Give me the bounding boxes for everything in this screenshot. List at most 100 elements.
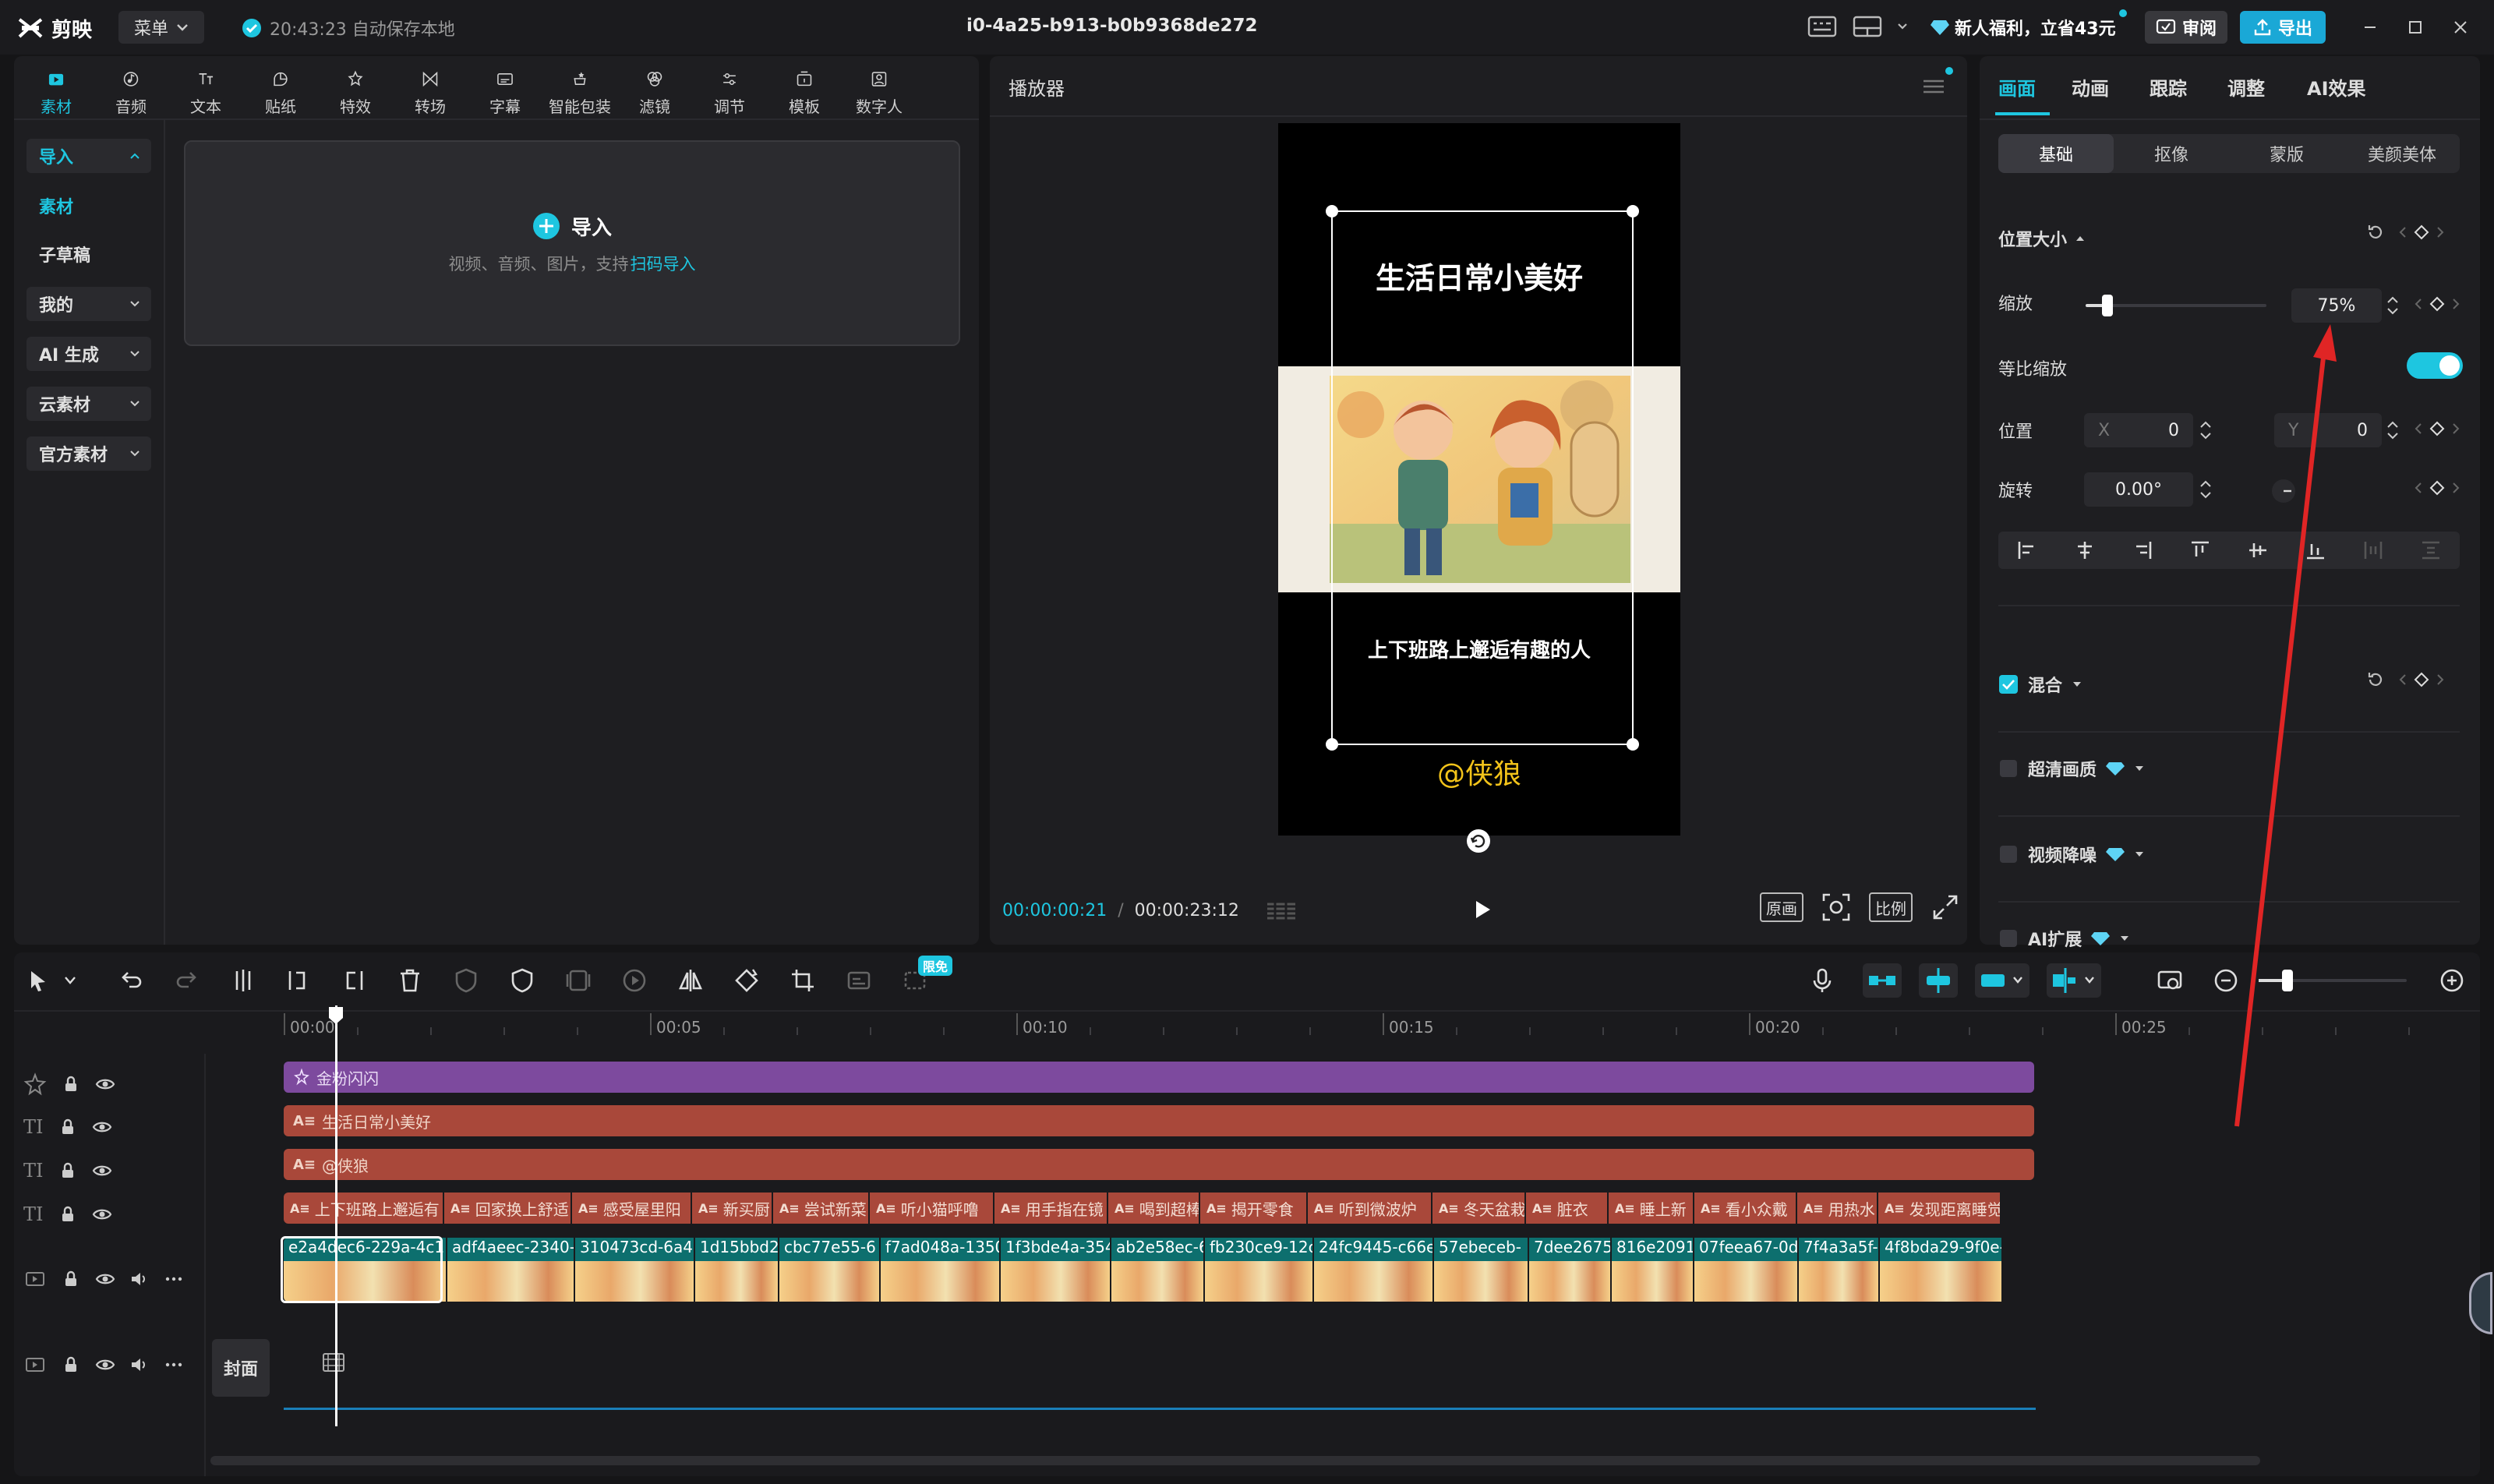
- stepper-icon[interactable]: [2198, 418, 2213, 443]
- eye-icon[interactable]: [95, 1355, 115, 1375]
- tab-0[interactable]: 画面: [1998, 73, 2036, 101]
- subtitle-clip[interactable]: A≡ 用热水: [1797, 1192, 1878, 1224]
- video-clip[interactable]: ab2e58ec-6d: [1111, 1238, 1205, 1302]
- play-circle-icon[interactable]: [620, 966, 648, 995]
- video-clip[interactable]: 1d15bbd2: [695, 1238, 779, 1302]
- side-assistant-bubble[interactable]: [2469, 1272, 2492, 1334]
- subtitle-clip[interactable]: A≡ 喝到超棒: [1108, 1192, 1200, 1224]
- subtitle-clip[interactable]: A≡ 用手指在镜: [994, 1192, 1108, 1224]
- video-clip[interactable]: adf4aeec-2340-: [447, 1238, 575, 1302]
- keyframe-nav-icon[interactable]: [2413, 477, 2461, 499]
- scan-import-link[interactable]: 扫码导入: [631, 252, 696, 275]
- rotate-icon[interactable]: [733, 966, 761, 995]
- tool-effects[interactable]: 特效: [318, 62, 393, 117]
- linkage-toggle[interactable]: [1919, 963, 1958, 998]
- magnet-toggle[interactable]: [1863, 963, 1902, 998]
- rotate-handle-icon[interactable]: [1465, 828, 1492, 854]
- tool-adjust[interactable]: 调节: [692, 62, 767, 117]
- subtitle-clip[interactable]: A≡ 冬天盆栽: [1432, 1192, 1526, 1224]
- tool-avatar[interactable]: 数字人: [842, 62, 917, 117]
- zoom-in-icon[interactable]: [2438, 966, 2466, 995]
- lock-icon[interactable]: [61, 1269, 81, 1289]
- stepper-icon[interactable]: [2198, 477, 2213, 502]
- marker-icon[interactable]: [508, 966, 536, 995]
- sidebar-item-material[interactable]: 素材: [26, 189, 151, 223]
- uniform-scale-toggle[interactable]: [2407, 352, 2463, 379]
- video-clip[interactable]: 7f4a3a5f-: [1799, 1238, 1880, 1302]
- keyframe-nav-icon[interactable]: [2397, 669, 2446, 691]
- lock-icon[interactable]: [58, 1204, 78, 1224]
- tool-caption[interactable]: 字幕: [468, 62, 542, 117]
- tab-3[interactable]: 调整: [2227, 73, 2265, 101]
- menu-button[interactable]: 菜单: [118, 11, 204, 44]
- subtitle-clip[interactable]: A≡ 发现距离睡觉: [1878, 1192, 2001, 1224]
- audio-split-toggle[interactable]: [2047, 963, 2101, 998]
- subtitle-clip[interactable]: A≡ 感受屋里阳: [572, 1192, 692, 1224]
- subtab-1[interactable]: 抠像: [2114, 134, 2229, 173]
- subtitle-clip[interactable]: A≡ 脏衣: [1526, 1192, 1609, 1224]
- video-clip[interactable]: 7dee2675: [1529, 1238, 1612, 1302]
- video-clip[interactable]: f7ad048a-1350: [881, 1238, 1001, 1302]
- subtitle-clip[interactable]: A≡ 看小众戴: [1694, 1192, 1797, 1224]
- reset-icon[interactable]: [2365, 669, 2386, 691]
- chevron-down-icon[interactable]: [64, 976, 76, 985]
- playhead[interactable]: [335, 1005, 337, 1426]
- subtitle-clip[interactable]: A≡ 睡上新: [1609, 1192, 1694, 1224]
- subtitle-clip[interactable]: A≡ 上下班路上邂逅有: [284, 1192, 444, 1224]
- mirror-icon[interactable]: [676, 966, 705, 995]
- video-clip[interactable]: 24fc9445-c66e: [1314, 1238, 1434, 1302]
- timeline-scrollbar[interactable]: [210, 1456, 2260, 1465]
- rotate-input[interactable]: 0.00°: [2084, 472, 2193, 507]
- eye-icon[interactable]: [92, 1161, 112, 1181]
- export-button[interactable]: 导出: [2240, 11, 2326, 44]
- tool-transition[interactable]: 转场: [393, 62, 468, 117]
- resize-handle[interactable]: [1627, 205, 1639, 217]
- trim-right-icon[interactable]: [340, 966, 368, 995]
- caption-edit-icon[interactable]: [845, 966, 873, 995]
- stepper-icon[interactable]: [2385, 293, 2400, 318]
- microphone-icon[interactable]: [1808, 966, 1836, 995]
- volume-icon[interactable]: [129, 1269, 150, 1289]
- handle-text-clip[interactable]: A≡ @侠狼: [284, 1149, 2034, 1180]
- position-x-input[interactable]: X0: [2084, 413, 2193, 447]
- minimize-button[interactable]: [2354, 11, 2386, 44]
- promo-banner[interactable]: 新人福利，立省43元: [1930, 9, 2127, 44]
- subtab-0[interactable]: 基础: [1998, 134, 2114, 173]
- import-dropzone[interactable]: 导入 视频、音频、图片，支持 扫码导入: [184, 140, 960, 346]
- tool-template[interactable]: 模板: [767, 62, 842, 117]
- playhead-handle-icon[interactable]: [327, 1005, 344, 1026]
- lock-icon[interactable]: [61, 1074, 81, 1094]
- scale-input[interactable]: 75%: [2291, 288, 2382, 323]
- video-clip[interactable]: 816e2091: [1612, 1238, 1694, 1302]
- fullscreen-icon[interactable]: [1930, 892, 1961, 923]
- original-quality-button[interactable]: 原画: [1760, 892, 1803, 922]
- align-right-icon[interactable]: [2131, 539, 2154, 562]
- review-button[interactable]: 审阅: [2145, 11, 2227, 44]
- video-clip[interactable]: 57ebeceb-: [1434, 1238, 1529, 1302]
- sidebar-item-official[interactable]: 官方素材: [26, 436, 151, 471]
- sidebar-item-subdraft[interactable]: 子草稿: [26, 237, 151, 271]
- split-icon[interactable]: [229, 966, 257, 995]
- reverse-icon[interactable]: [564, 966, 592, 995]
- hq-section-header[interactable]: 超清画质: [1998, 756, 2145, 781]
- tool-sticker[interactable]: 贴纸: [243, 62, 318, 117]
- trim-left-icon[interactable]: [284, 966, 312, 995]
- chevron-down-icon[interactable]: [1897, 23, 1908, 30]
- sidebar-item-mine[interactable]: 我的: [26, 287, 151, 321]
- video-clip[interactable]: fb230ce9-12c: [1205, 1238, 1314, 1302]
- lock-icon[interactable]: [58, 1161, 78, 1181]
- preview-quality-icon[interactable]: [2156, 966, 2184, 995]
- sidebar-item-ai-generate[interactable]: AI 生成: [26, 337, 151, 371]
- effect-clip[interactable]: 金粉闪闪: [284, 1062, 2034, 1093]
- video-preview[interactable]: 生活日常小美好 上下班路上邂逅有趣的人 @侠狼: [1278, 123, 1680, 853]
- align-left-icon[interactable]: [2015, 539, 2039, 562]
- maximize-button[interactable]: [2399, 11, 2432, 44]
- sidebar-item-import[interactable]: 导入: [26, 139, 151, 173]
- selection-box[interactable]: [1326, 205, 1639, 751]
- close-button[interactable]: [2444, 11, 2477, 44]
- video-clip[interactable]: 4f8bda29-9f0e-: [1880, 1238, 2003, 1302]
- tab-2[interactable]: 跟踪: [2150, 73, 2187, 101]
- cover-button[interactable]: 封面: [212, 1339, 270, 1397]
- tool-text[interactable]: 文本: [168, 62, 243, 117]
- reset-icon[interactable]: [2365, 221, 2386, 243]
